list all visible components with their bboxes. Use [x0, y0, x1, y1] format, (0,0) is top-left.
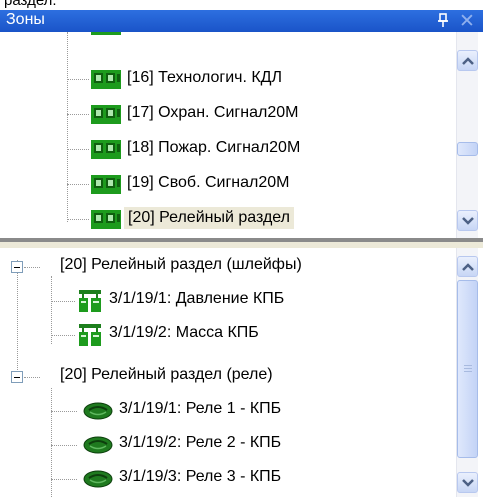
zone-icon [91, 70, 121, 89]
zone-label: [17] Охран. Сигнал20М [127, 104, 299, 121]
group-label: [20] Релейный раздел (реле) [60, 366, 273, 383]
zone-row[interactable]: [16] Технологич. КДЛ [5, 62, 455, 96]
details-tree[interactable]: [20] Релейный раздел (шлейфы) 3/1/19/1: … [5, 248, 478, 497]
loop-row[interactable]: 3/1/19/1: Давление КПБ [5, 286, 450, 320]
loop-label: 3/1/19/1: Давление КПБ [109, 290, 285, 307]
scroll-up-button[interactable] [457, 256, 478, 277]
zones-scrollbar[interactable] [456, 32, 478, 238]
relay-label: 3/1/19/3: Реле 3 - КПБ [119, 468, 282, 485]
zone-label: [16] Технологич. КДЛ [127, 69, 283, 86]
loop-icon [79, 324, 101, 346]
zone-icon [91, 210, 121, 229]
collapse-icon[interactable] [11, 371, 23, 383]
zone-icon [91, 175, 121, 194]
relay-row[interactable]: 3/1/19/2: Реле 2 - КПБ [5, 430, 450, 464]
panel-title: Зоны [6, 11, 45, 28]
zone-row-selected[interactable]: [20] Релейный раздел [5, 202, 455, 236]
relay-label: 3/1/19/2: Реле 2 - КПБ [119, 434, 282, 451]
zone-icon [91, 32, 121, 35]
loop-icon [79, 290, 101, 312]
relay-icon [83, 402, 113, 420]
pane-splitter[interactable] [0, 238, 483, 248]
scroll-up-button[interactable] [457, 50, 478, 71]
loop-row[interactable]: 3/1/19/2: Масса КПБ [5, 320, 450, 354]
group-label: [20] Релейный раздел (шлейфы) [60, 256, 302, 273]
zone-row[interactable]: [17] Охран. Сигнал20М [5, 97, 455, 131]
relay-label: 3/1/19/1: Реле 1 - КПБ [119, 400, 282, 417]
zone-label: [19] Своб. Сигнал20М [127, 174, 290, 191]
loop-label: 3/1/19/2: Масса КПБ [109, 324, 259, 341]
scroll-down-button[interactable] [457, 210, 478, 231]
zone-label: [18] Пожар. Сигнал20М [127, 139, 301, 156]
close-icon[interactable]: ✕ [459, 10, 475, 33]
zone-icon [91, 105, 121, 124]
zone-icon [91, 140, 121, 159]
panel-titlebar: Зоны ✕ [0, 10, 483, 32]
group-row[interactable]: [20] Релейный раздел (реле) [5, 362, 450, 396]
zone-label: [20] Релейный раздел [124, 207, 294, 229]
details-scrollbar[interactable] [456, 248, 478, 497]
relay-icon [83, 436, 113, 454]
zone-row[interactable]: [18] Пожар. Сигнал20М [5, 132, 455, 166]
clipped-header-label: раздел. [4, 0, 57, 9]
zone-row[interactable]: [19] Своб. Сигнал20М [5, 167, 455, 201]
clipped-header-text: раздел. [0, 0, 483, 10]
relay-row[interactable]: 3/1/19/1: Реле 1 - КПБ [5, 396, 450, 430]
pin-icon[interactable] [436, 12, 450, 28]
scroll-thumb[interactable] [457, 280, 478, 458]
group-row[interactable]: [20] Релейный раздел (шлейфы) [5, 252, 450, 286]
zones-tree[interactable]: [16] Технологич. КДЛ [17] Охран. Сигнал2… [5, 32, 478, 238]
scroll-thumb[interactable] [457, 142, 478, 156]
zone-row-partial [5, 32, 455, 42]
relay-row[interactable]: 3/1/19/3: Реле 3 - КПБ [5, 464, 450, 497]
scroll-down-button[interactable] [457, 472, 478, 493]
collapse-icon[interactable] [11, 261, 23, 273]
relay-icon [83, 470, 113, 488]
